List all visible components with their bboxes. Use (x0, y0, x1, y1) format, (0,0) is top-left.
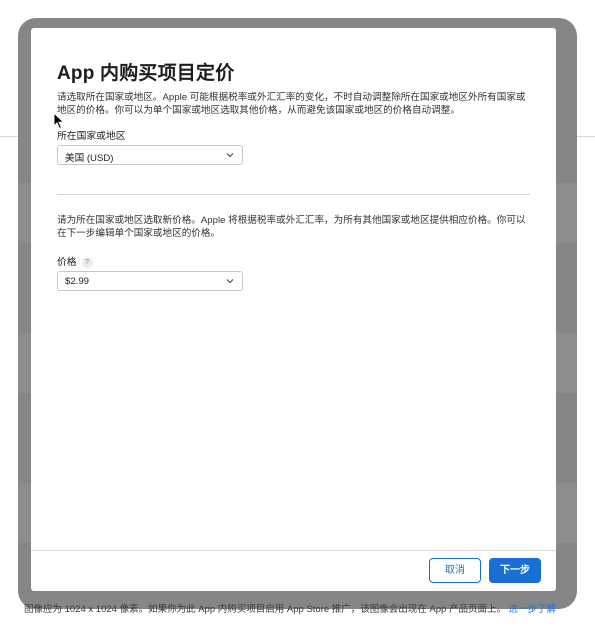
next-button[interactable]: 下一步 (489, 558, 541, 583)
country-select-value: 美国 (USD) (65, 153, 114, 164)
price-instructions: 请为所在国家或地区选取新价格。Apple 将根据税率或外汇汇率，为所有其他国家或… (57, 215, 526, 239)
help-icon[interactable]: ? (81, 257, 93, 268)
background-footer-text: 图像应为 1024 x 1024 像素。如果你为此 App 内购买项目启用 Ap… (24, 601, 569, 615)
dialog-footer-divider (31, 550, 556, 551)
price-field-label: 价格? (57, 254, 93, 268)
country-select[interactable]: 美国 (USD) (57, 145, 243, 165)
pricing-dialog: App 内购买项目定价 请选取所在国家或地区。Apple 可能根据税率或外汇汇率… (31, 28, 556, 591)
cancel-button[interactable]: 取消 (429, 558, 481, 583)
price-select[interactable]: $2.99 (57, 271, 243, 291)
price-label-text: 价格 (57, 257, 77, 268)
chevron-down-icon (226, 279, 234, 284)
mouse-pointer-icon (53, 112, 65, 130)
price-select-value: $2.99 (65, 276, 90, 287)
dialog-title: App 内购买项目定价 (57, 63, 235, 84)
country-field-label: 所在国家或地区 (57, 131, 126, 142)
learn-more-link[interactable]: 进一步了解 (509, 604, 557, 615)
section-divider (57, 194, 530, 195)
chevron-down-icon (226, 153, 234, 158)
country-instructions: 请选取所在国家或地区。Apple 可能根据税率或外汇汇率的变化，不时自动调整除所… (57, 92, 526, 116)
background-footer-copy: 图像应为 1024 x 1024 像素。如果你为此 App 内购买项目启用 Ap… (24, 604, 506, 615)
